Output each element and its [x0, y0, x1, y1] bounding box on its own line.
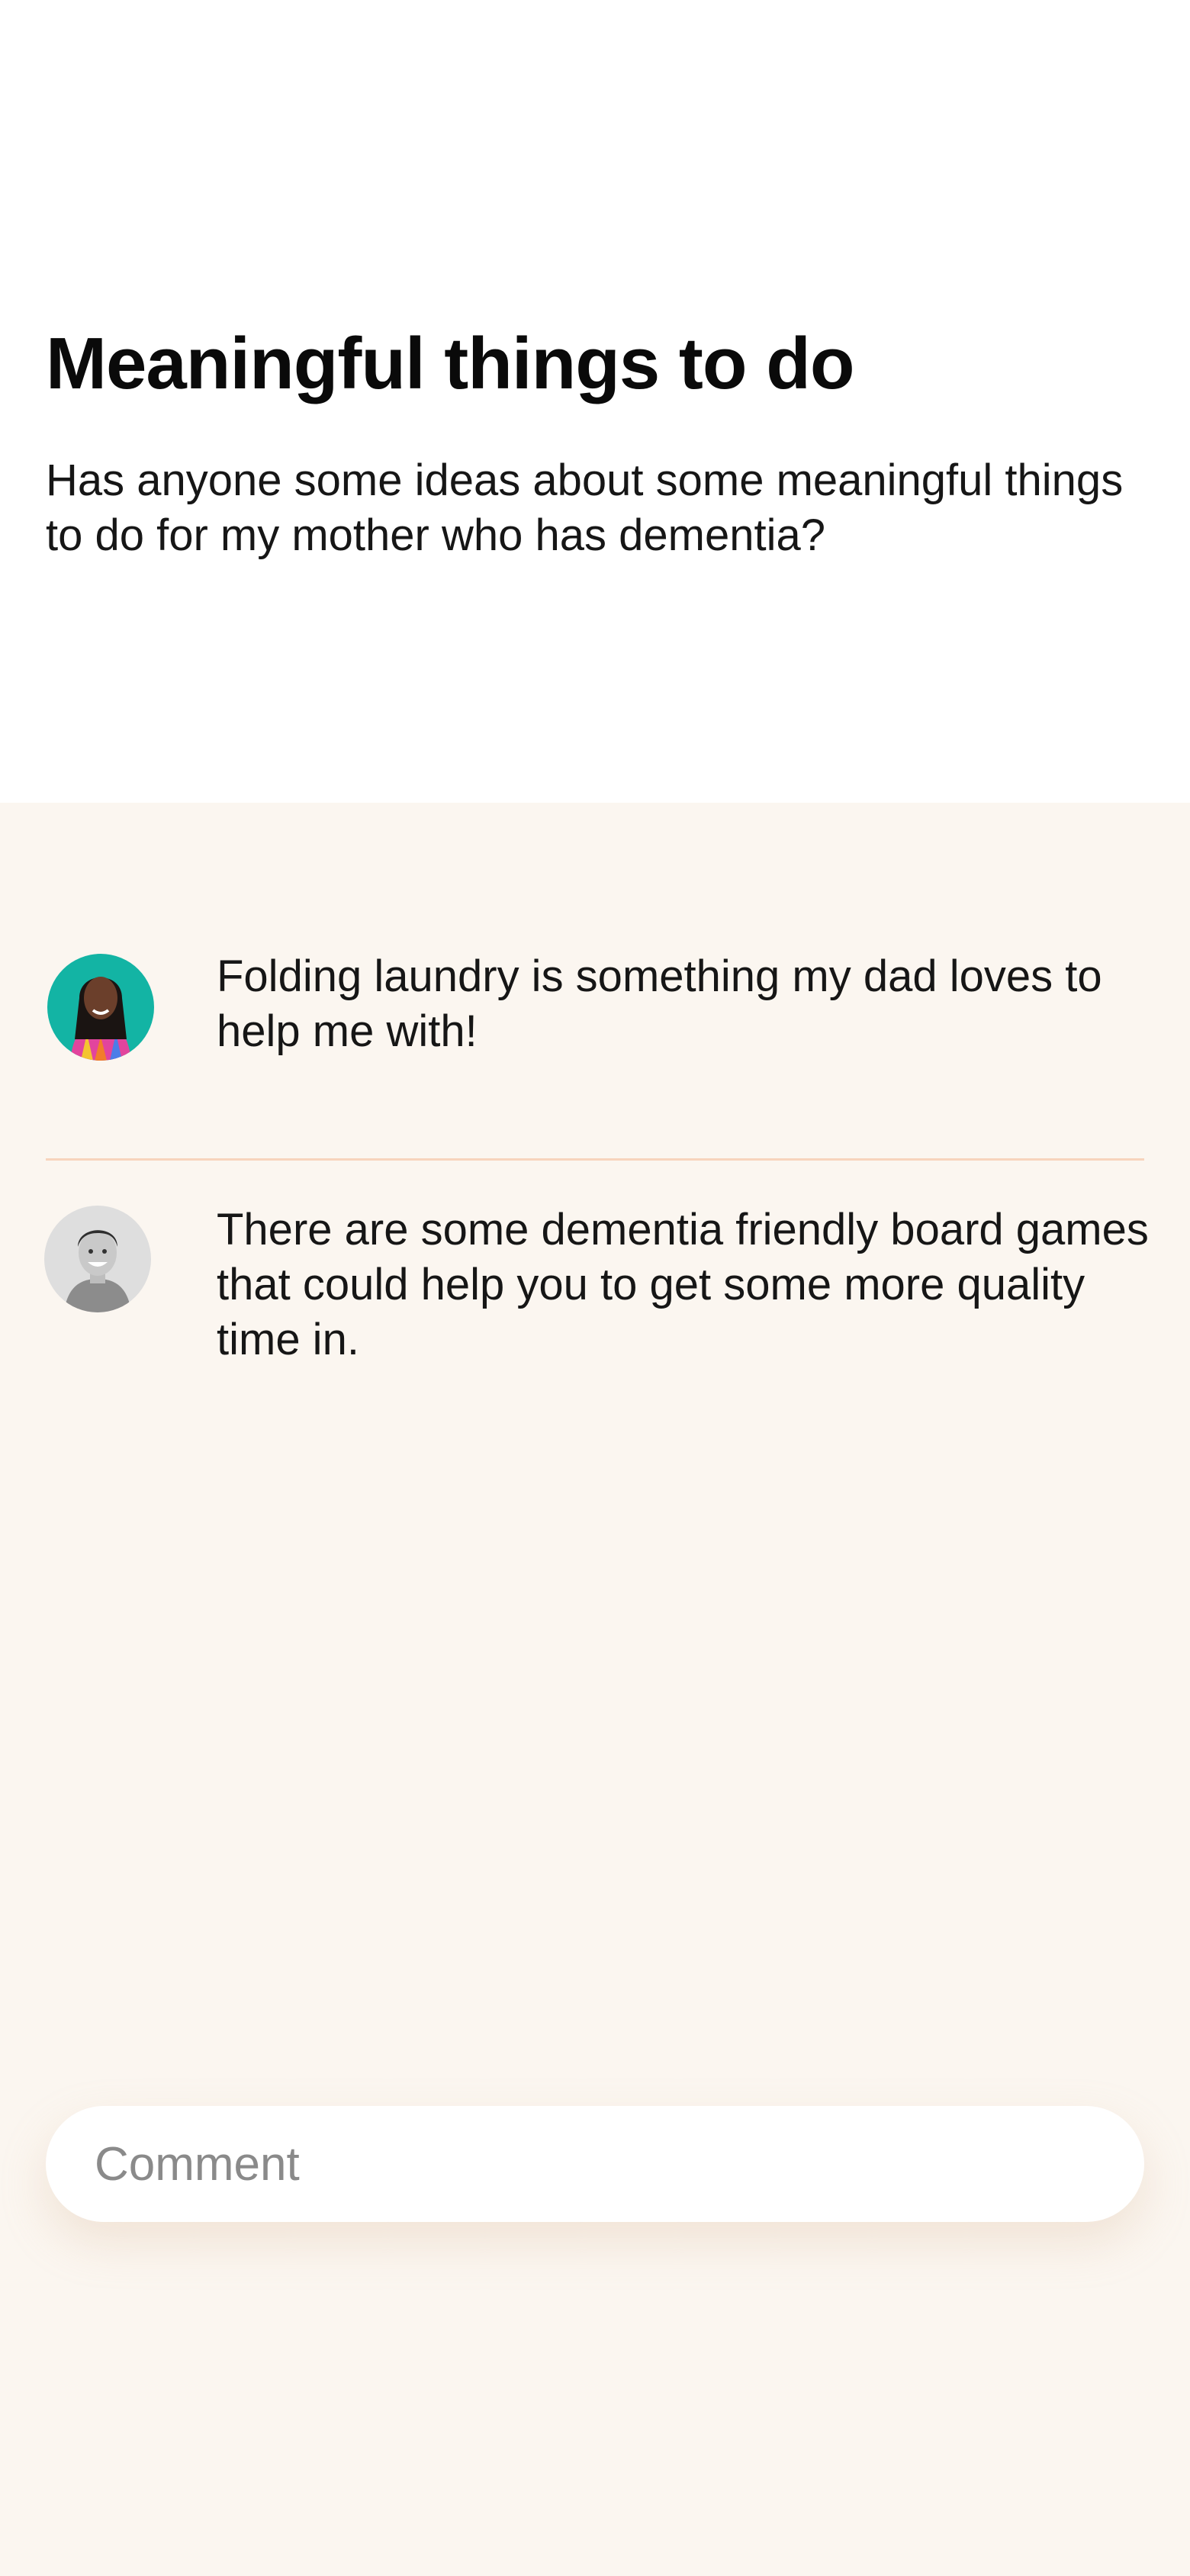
comment-text: There are some dementia friendly board g… [217, 1205, 1149, 1364]
post-header: Meaningful things to do Has anyone some … [0, 0, 1190, 803]
comment-divider [46, 1158, 1144, 1161]
post-title: Meaningful things to do [46, 323, 854, 404]
man-portrait-icon [44, 1206, 151, 1312]
woman-portrait-icon [47, 954, 154, 1061]
avatar[interactable] [47, 954, 154, 1061]
comments-section: Folding laundry is something my dad love… [0, 803, 1190, 2576]
avatar[interactable] [44, 1206, 151, 1312]
comment-text: Folding laundry is something my dad love… [217, 952, 1102, 1056]
comment-input[interactable] [95, 2106, 1086, 2222]
comment-input-container[interactable] [46, 2106, 1144, 2222]
post-body: Has anyone some ideas about some meaning… [46, 456, 1124, 560]
